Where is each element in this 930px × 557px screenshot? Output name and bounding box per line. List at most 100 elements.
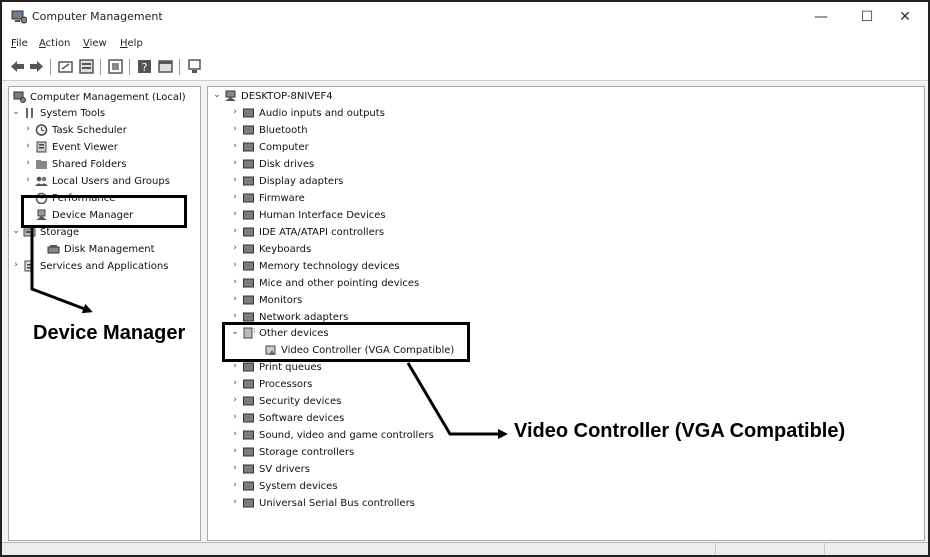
device-tree-pane[interactable]: ⌄ DESKTOP-8NIVEF4 › Audio inputs and outp… bbox=[207, 86, 925, 541]
tree-node-root[interactable]: Computer Management (Local) bbox=[11, 90, 196, 106]
device-category-row[interactable]: › Storage controllers bbox=[230, 445, 490, 461]
device-category-row[interactable]: › Processors bbox=[230, 377, 490, 393]
tree-node-event-viewer[interactable]: › Event Viewer bbox=[23, 140, 193, 156]
device-category-row[interactable]: › Sound, video and game controllers bbox=[230, 428, 490, 444]
menu-file[interactable]: File bbox=[11, 38, 28, 49]
device-category-row[interactable]: › Firmware bbox=[230, 191, 490, 207]
forward-icon[interactable] bbox=[28, 58, 45, 75]
chevron-down-icon[interactable]: ⌄ bbox=[212, 90, 222, 100]
tree-node-task-scheduler[interactable]: › Task Scheduler bbox=[23, 123, 193, 139]
chevron-right-icon[interactable]: › bbox=[230, 429, 240, 439]
chevron-right-icon[interactable]: › bbox=[230, 124, 240, 134]
back-icon[interactable] bbox=[9, 58, 26, 75]
software-device-icon bbox=[243, 413, 254, 423]
chevron-right-icon[interactable]: › bbox=[230, 243, 240, 253]
tree-label: Processors bbox=[259, 379, 313, 390]
tree-label: Event Viewer bbox=[52, 142, 118, 153]
menu-action[interactable]: Action bbox=[39, 38, 70, 49]
export-list-icon[interactable] bbox=[107, 58, 124, 75]
chevron-right-icon[interactable]: › bbox=[23, 158, 33, 168]
tree-node-local-users[interactable]: › Local Users and Groups bbox=[23, 174, 195, 190]
chevron-down-icon[interactable]: ⌄ bbox=[11, 107, 21, 117]
chevron-right-icon[interactable]: › bbox=[230, 277, 240, 287]
device-category-row[interactable]: › Computer bbox=[230, 140, 490, 156]
chevron-right-icon[interactable]: › bbox=[230, 311, 240, 321]
tree-node-shared-folders[interactable]: › Shared Folders bbox=[23, 157, 193, 173]
close-button[interactable]: ✕ bbox=[882, 2, 928, 32]
menu-help[interactable]: Help bbox=[120, 38, 143, 49]
services-icon bbox=[24, 260, 34, 272]
device-category-row[interactable]: › Human Interface Devices bbox=[230, 208, 490, 224]
console-tree-pane[interactable]: Computer Management (Local) ⌄ System Too… bbox=[8, 86, 201, 541]
processor-icon bbox=[243, 379, 254, 389]
tree-label: Memory technology devices bbox=[259, 261, 400, 272]
chevron-right-icon[interactable]: › bbox=[230, 463, 240, 473]
chevron-right-icon[interactable]: › bbox=[23, 141, 33, 151]
computer-management-icon bbox=[13, 91, 26, 103]
chevron-right-icon[interactable]: › bbox=[230, 141, 240, 151]
device-category-row[interactable]: › Bluetooth bbox=[230, 123, 490, 139]
chevron-right-icon[interactable]: › bbox=[230, 209, 240, 219]
help-icon[interactable]: ? bbox=[136, 58, 153, 75]
device-category-row[interactable]: › Display adapters bbox=[230, 174, 490, 190]
properties-icon[interactable] bbox=[78, 58, 95, 75]
chevron-right-icon[interactable]: › bbox=[230, 378, 240, 388]
chevron-right-icon[interactable]: › bbox=[230, 107, 240, 117]
tree-node-services[interactable]: › Services and Applications bbox=[11, 259, 196, 275]
device-category-row[interactable]: › Universal Serial Bus controllers bbox=[230, 496, 490, 512]
device-category-row[interactable]: › Print queues bbox=[230, 360, 490, 376]
chevron-right-icon[interactable]: › bbox=[230, 361, 240, 371]
chevron-right-icon[interactable]: › bbox=[230, 412, 240, 422]
device-category-row[interactable]: › Software devices bbox=[230, 411, 490, 427]
console-icon[interactable] bbox=[157, 58, 174, 75]
tree-label: Disk drives bbox=[259, 159, 315, 170]
firmware-icon bbox=[243, 193, 254, 203]
chevron-right-icon[interactable]: › bbox=[23, 124, 33, 134]
chevron-right-icon[interactable]: › bbox=[230, 497, 240, 507]
chevron-right-icon[interactable]: › bbox=[230, 226, 240, 236]
chevron-right-icon[interactable]: › bbox=[230, 446, 240, 456]
tree-node-system-tools[interactable]: ⌄ System Tools bbox=[11, 106, 196, 122]
chevron-right-icon[interactable]: › bbox=[230, 395, 240, 405]
chevron-right-icon[interactable]: › bbox=[23, 175, 33, 185]
device-category-row[interactable]: › Disk drives bbox=[230, 157, 490, 173]
tree-label: Keyboards bbox=[259, 244, 312, 255]
tree-label: Sound, video and game controllers bbox=[259, 430, 434, 441]
device-icon[interactable] bbox=[186, 58, 203, 75]
device-category-row[interactable]: › IDE ATA/ATAPI controllers bbox=[230, 225, 490, 241]
tree-label: Shared Folders bbox=[52, 159, 127, 170]
device-category-row[interactable]: › Audio inputs and outputs bbox=[230, 106, 490, 122]
disk-drive-icon bbox=[243, 159, 254, 169]
device-manager-highlight-box bbox=[21, 195, 187, 228]
tree-label: Computer bbox=[259, 142, 309, 153]
menu-view[interactable]: View bbox=[83, 38, 107, 49]
device-category-row[interactable]: › Keyboards bbox=[230, 242, 490, 258]
audio-icon bbox=[243, 108, 254, 118]
chevron-right-icon[interactable]: › bbox=[230, 480, 240, 490]
chevron-right-icon[interactable]: › bbox=[230, 260, 240, 270]
device-category-row[interactable]: › System devices bbox=[230, 479, 490, 495]
tree-label: Services and Applications bbox=[40, 261, 169, 272]
chevron-right-icon[interactable]: › bbox=[230, 175, 240, 185]
chevron-right-icon[interactable]: › bbox=[11, 260, 21, 270]
device-category-row[interactable]: › SV drivers bbox=[230, 462, 490, 478]
toolbar: ? bbox=[2, 54, 928, 81]
title-bar[interactable]: Computer Management — ☐ ✕ bbox=[2, 2, 928, 32]
chevron-right-icon[interactable]: › bbox=[230, 192, 240, 202]
tree-node-disk-management[interactable]: Disk Management bbox=[35, 242, 195, 258]
disk-management-icon bbox=[47, 245, 60, 254]
chevron-down-icon[interactable]: ⌄ bbox=[11, 226, 21, 236]
tree-node-computer-root[interactable]: ⌄ DESKTOP-8NIVEF4 bbox=[212, 89, 512, 105]
minimize-button[interactable]: — bbox=[798, 2, 844, 32]
chevron-right-icon[interactable]: › bbox=[230, 158, 240, 168]
printer-icon bbox=[243, 362, 254, 372]
ide-controller-icon bbox=[243, 227, 254, 237]
device-category-row[interactable]: › Security devices bbox=[230, 394, 490, 410]
up-folder-icon[interactable] bbox=[57, 58, 74, 75]
device-category-row[interactable]: › Memory technology devices bbox=[230, 259, 490, 275]
clock-icon bbox=[35, 124, 48, 136]
device-category-row[interactable]: › Monitors bbox=[230, 293, 490, 309]
chevron-right-icon[interactable]: › bbox=[230, 294, 240, 304]
device-category-row[interactable]: › Mice and other pointing devices bbox=[230, 276, 490, 292]
status-divider bbox=[824, 543, 825, 555]
